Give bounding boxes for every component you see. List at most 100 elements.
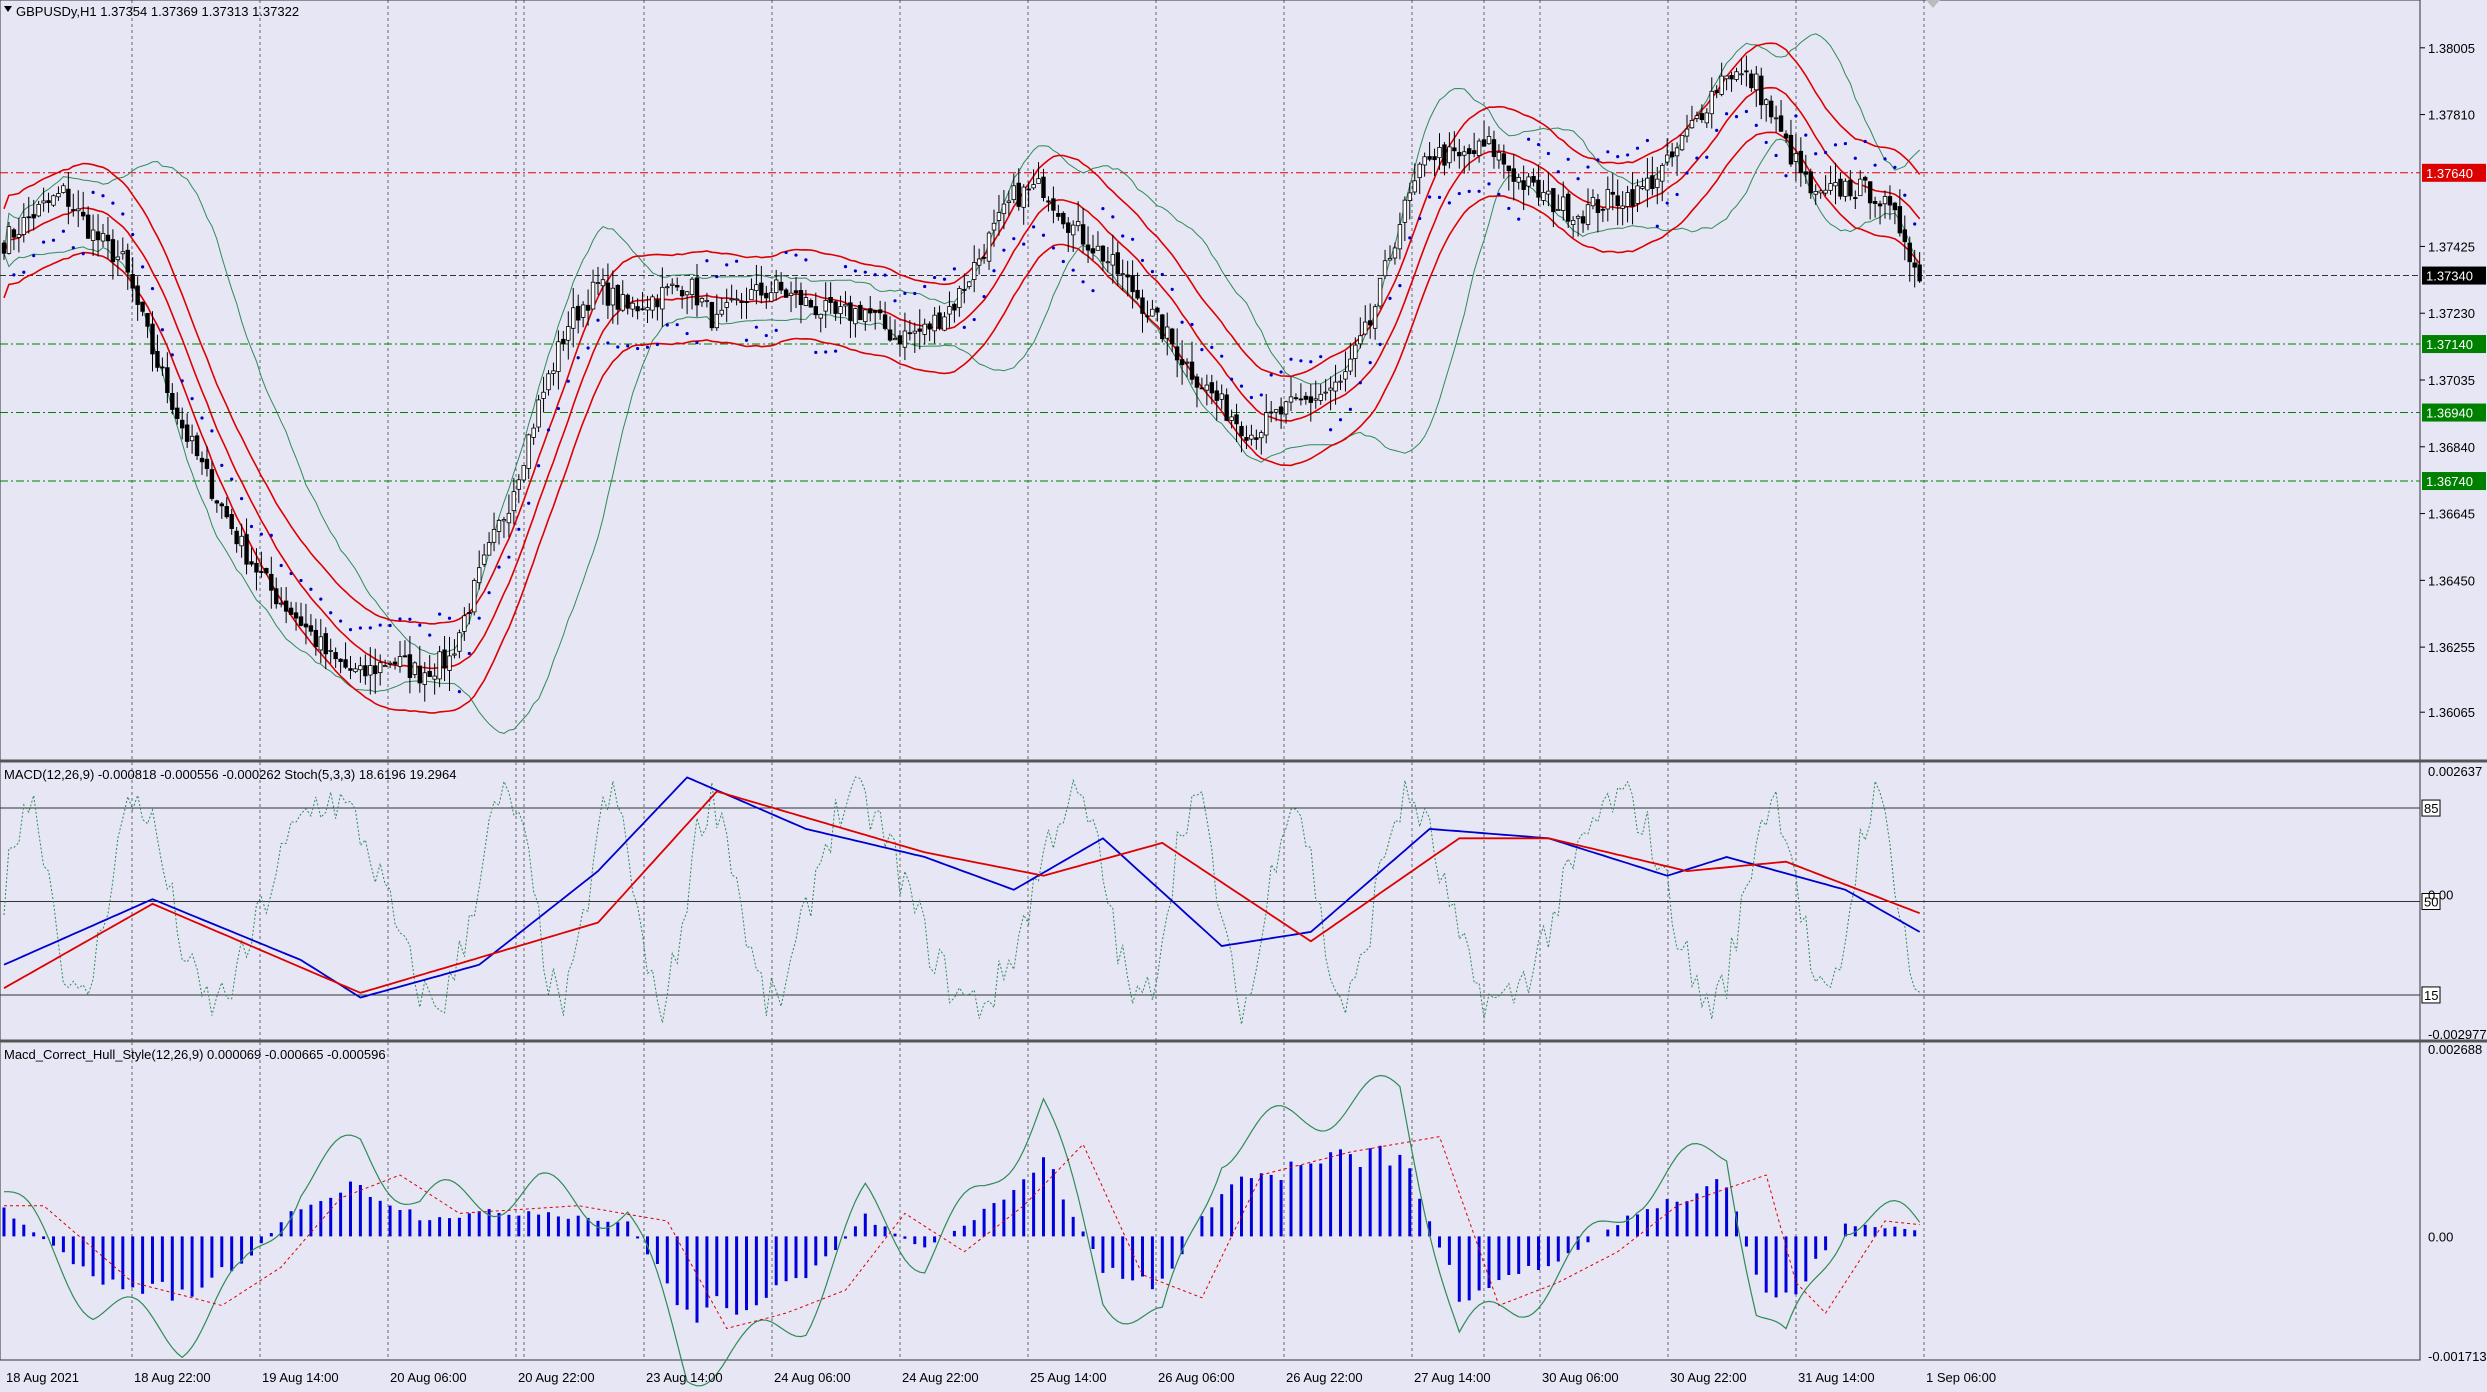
candle-body xyxy=(1353,344,1358,359)
candle-body xyxy=(1066,222,1071,233)
candle-body xyxy=(1150,308,1155,317)
candle-body xyxy=(1882,196,1888,205)
time-axis-label: 25 Aug 14:00 xyxy=(1030,1370,1107,1385)
candle-body xyxy=(1442,144,1447,166)
parabolic-sar-dot xyxy=(1309,360,1313,364)
candle-body xyxy=(1833,182,1838,187)
candle-body xyxy=(1100,245,1106,262)
candle-body xyxy=(699,298,705,303)
parabolic-sar-dot xyxy=(81,252,85,256)
candle-body xyxy=(1125,274,1130,278)
candle-body xyxy=(848,302,853,321)
candle-body xyxy=(600,279,606,287)
candle-body xyxy=(1011,185,1016,201)
candle-body xyxy=(868,308,873,314)
candle-body xyxy=(462,615,467,632)
candle-body xyxy=(991,222,997,231)
candle-body xyxy=(1214,390,1219,401)
parabolic-sar-dot xyxy=(1348,407,1352,411)
time-axis-label: 1 Sep 06:00 xyxy=(1926,1370,1996,1385)
candle-body xyxy=(1669,151,1675,158)
candle-body xyxy=(115,256,121,260)
candle-body xyxy=(244,534,249,565)
candle-body xyxy=(437,651,442,680)
candle-body xyxy=(56,193,61,198)
parabolic-sar-dot xyxy=(1853,156,1857,160)
candle-body xyxy=(996,212,1002,221)
candle-body xyxy=(858,304,863,321)
candle-body xyxy=(1526,176,1531,187)
parabolic-sar-dot xyxy=(725,263,729,267)
main-title: GBPUSDy,H1 1.37354 1.37369 1.37313 1.373… xyxy=(16,4,299,19)
candle-body xyxy=(432,675,437,680)
parabolic-sar-dot xyxy=(1715,128,1719,132)
candle-body xyxy=(1288,396,1294,403)
candle-body xyxy=(1709,90,1714,115)
macd-tick-label: 0.002637 xyxy=(2428,764,2482,779)
candle-body xyxy=(1313,398,1318,401)
candle-body xyxy=(1556,208,1561,211)
candle-body xyxy=(110,239,116,263)
parabolic-sar-dot xyxy=(1616,155,1620,159)
candle-body xyxy=(897,335,903,345)
parabolic-sar-dot xyxy=(1388,296,1392,301)
parabolic-sar-dot xyxy=(1447,201,1451,205)
parabolic-sar-dot xyxy=(22,270,26,274)
parabolic-sar-dot xyxy=(834,349,838,353)
candle-body xyxy=(1620,205,1625,209)
parabolic-sar-dot xyxy=(1269,373,1273,377)
candle-body xyxy=(209,469,215,499)
candle-body xyxy=(1432,156,1437,161)
parabolic-sar-dot xyxy=(1190,322,1194,327)
candle-body xyxy=(1818,190,1823,194)
candle-body xyxy=(377,662,383,674)
candle-body xyxy=(1080,224,1086,245)
parabolic-sar-dot xyxy=(1071,268,1075,272)
time-axis-label: 31 Aug 14:00 xyxy=(1798,1370,1875,1385)
parabolic-sar-dot xyxy=(418,623,422,627)
candle-body xyxy=(1170,328,1175,345)
price-tick-label: 1.36645 xyxy=(2428,507,2475,522)
parabolic-sar-dot xyxy=(1428,195,1432,199)
candle-body xyxy=(308,625,314,632)
candle-body xyxy=(31,214,36,219)
candle-body xyxy=(1189,361,1195,380)
candle-body xyxy=(729,298,734,301)
candle-body xyxy=(749,289,754,301)
parabolic-sar-dot xyxy=(517,527,521,531)
candle-body xyxy=(1417,163,1422,179)
candle-body xyxy=(724,302,729,308)
time-axis-label: 30 Aug 06:00 xyxy=(1542,1370,1619,1385)
candle-body xyxy=(447,655,452,671)
candle-body xyxy=(1768,100,1774,118)
parabolic-sar-dot xyxy=(933,275,937,280)
candle-body xyxy=(556,341,561,372)
parabolic-sar-dot xyxy=(1408,236,1412,240)
hull-tick-label: 0.002688 xyxy=(2428,1042,2482,1057)
candle-body xyxy=(1462,151,1467,156)
candle-body xyxy=(1363,321,1368,335)
candle-body xyxy=(1457,151,1462,157)
parabolic-sar-dot xyxy=(507,555,511,559)
candle-body xyxy=(1318,393,1323,401)
candle-body xyxy=(21,217,26,235)
time-axis-label: 18 Aug 22:00 xyxy=(134,1370,211,1385)
parabolic-sar-dot xyxy=(131,232,135,237)
candle-body xyxy=(1061,212,1066,225)
parabolic-sar-dot xyxy=(824,350,828,354)
candle-body xyxy=(239,535,244,547)
candle-body xyxy=(610,287,616,306)
parabolic-sar-dot xyxy=(200,416,204,420)
candle-body xyxy=(1858,178,1863,197)
candle-body xyxy=(120,251,125,255)
candle-body xyxy=(288,607,294,615)
candle-body xyxy=(472,580,477,613)
candle-body xyxy=(1917,264,1922,282)
parabolic-sar-dot xyxy=(447,616,452,620)
parabolic-sar-dot xyxy=(1101,206,1105,211)
candle-body xyxy=(397,656,403,667)
price-tick-label: 1.38005 xyxy=(2428,41,2475,56)
parabolic-sar-dot xyxy=(1814,152,1818,156)
trading-chart[interactable]: 1.376401.373401.371401.369401.36740 8550… xyxy=(0,0,2487,1392)
candle-body xyxy=(1848,179,1853,197)
